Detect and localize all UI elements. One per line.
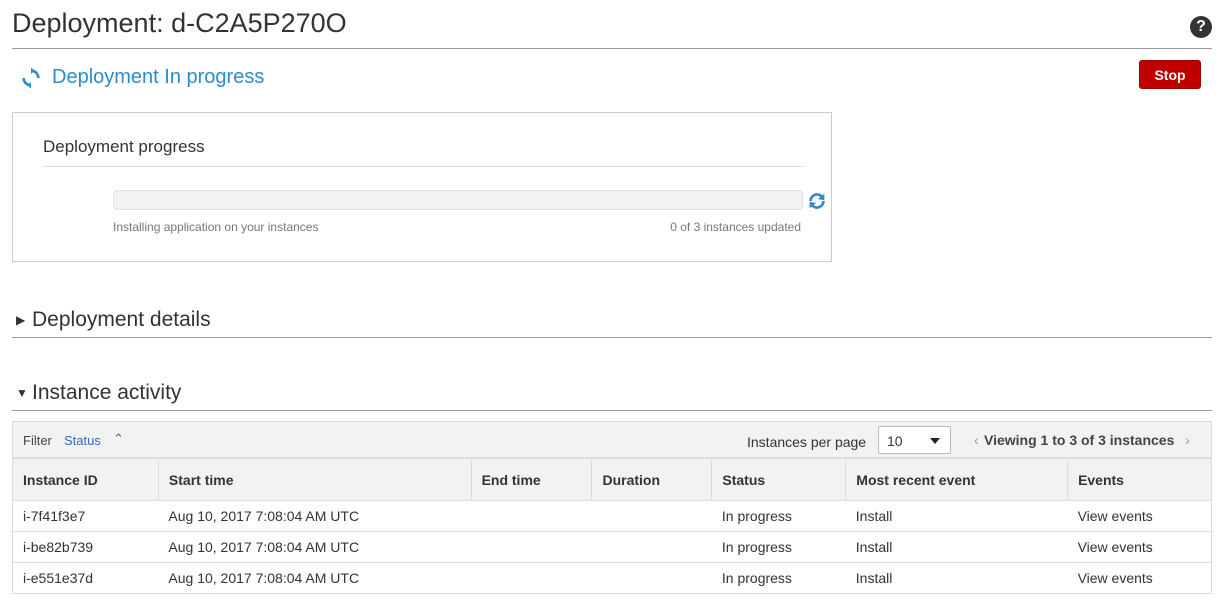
column-header-end-time[interactable]: End time: [470, 458, 593, 501]
deployment-status: Deployment In progress: [20, 66, 264, 89]
prev-page-icon[interactable]: ‹: [974, 432, 979, 448]
column-header-events: Events: [1067, 458, 1212, 501]
column-header-most-recent-event[interactable]: Most recent event: [845, 458, 1069, 501]
filter-status-link[interactable]: Status: [64, 433, 101, 448]
start-time-cell: Aug 10, 2017 7:08:04 AM UTC: [158, 531, 472, 563]
most-recent-event-cell: Install: [845, 531, 1068, 563]
table-header-row: Instance ID Start time End time Duration…: [12, 458, 1212, 501]
table-row: i-e551e37d Aug 10, 2017 7:08:04 AM UTC I…: [12, 562, 1212, 594]
start-time-cell: Aug 10, 2017 7:08:04 AM UTC: [158, 562, 472, 594]
most-recent-event-cell: Install: [845, 500, 1068, 532]
title-divider: [12, 48, 1212, 49]
view-events-link[interactable]: View events: [1067, 531, 1212, 563]
filter-label: Filter: [23, 433, 52, 448]
instances-per-page-select[interactable]: 10: [878, 426, 951, 454]
instances-per-page-label: Instances per page: [747, 434, 867, 450]
stop-button[interactable]: Stop: [1139, 60, 1201, 89]
status-link[interactable]: In progress: [711, 531, 846, 563]
caret-right-icon: ▶: [16, 313, 26, 327]
section-label: Deployment details: [32, 308, 211, 331]
progress-divider: [43, 166, 803, 167]
column-header-instance-id[interactable]: Instance ID: [12, 458, 159, 501]
duration-cell: [591, 562, 712, 594]
dropdown-arrow-icon: [930, 438, 940, 444]
progress-count-label: 0 of 3 instances updated: [670, 220, 801, 234]
start-time-cell: Aug 10, 2017 7:08:04 AM UTC: [158, 500, 472, 532]
progress-step-label: Installing application on your instances: [113, 220, 319, 234]
filter-bar: Filter Status ⌃ Instances per page 10 ‹ …: [12, 421, 1212, 458]
duration-cell: [591, 500, 712, 532]
help-icon[interactable]: ?: [1190, 16, 1212, 38]
refresh-icon[interactable]: [806, 190, 828, 212]
section-deployment-details[interactable]: ▶ Deployment details: [12, 303, 1212, 338]
end-time-cell: [471, 500, 592, 532]
pagination-status: Viewing 1 to 3 of 3 instances: [984, 432, 1175, 448]
progress-bar: [113, 190, 803, 210]
section-instance-activity[interactable]: ▼ Instance activity: [12, 376, 1212, 411]
status-text: Deployment In progress: [52, 66, 265, 88]
table-row: i-be82b739 Aug 10, 2017 7:08:04 AM UTC I…: [12, 531, 1212, 563]
deployment-progress-panel: Deployment progress Installing applicati…: [12, 112, 832, 262]
next-page-icon[interactable]: ›: [1185, 432, 1190, 448]
end-time-cell: [471, 562, 592, 594]
refresh-icon: [22, 66, 40, 89]
instances-table: Instance ID Start time End time Duration…: [12, 458, 1212, 594]
most-recent-event-cell: Install: [845, 562, 1068, 594]
section-label: Instance activity: [32, 381, 182, 404]
chevron-up-icon[interactable]: ⌃: [113, 431, 124, 447]
column-header-start-time[interactable]: Start time: [157, 458, 472, 501]
page-title: Deployment: d-C2A5P270O: [12, 8, 347, 38]
status-link[interactable]: In progress: [711, 562, 846, 594]
instance-id-link[interactable]: i-be82b739: [12, 531, 159, 563]
duration-cell: [591, 531, 712, 563]
view-events-link[interactable]: View events: [1067, 562, 1212, 594]
table-row: i-7f41f3e7 Aug 10, 2017 7:08:04 AM UTC I…: [12, 500, 1212, 532]
end-time-cell: [471, 531, 592, 563]
view-events-link[interactable]: View events: [1067, 500, 1212, 532]
instance-id-link[interactable]: i-e551e37d: [12, 562, 159, 594]
progress-title: Deployment progress: [43, 137, 205, 156]
column-header-status[interactable]: Status: [711, 458, 847, 501]
instance-id-link[interactable]: i-7f41f3e7: [12, 500, 159, 532]
caret-down-icon: ▼: [16, 386, 28, 400]
instances-per-page-value: 10: [887, 433, 903, 449]
column-header-duration[interactable]: Duration: [591, 458, 713, 501]
status-link[interactable]: In progress: [711, 500, 846, 532]
